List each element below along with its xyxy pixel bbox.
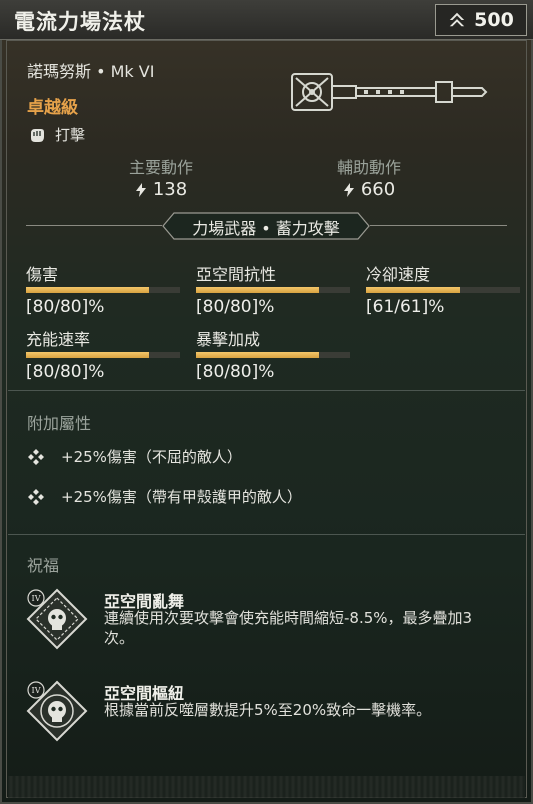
charge-bolt-icon: [343, 182, 354, 197]
stat-value: [80/80]%: [196, 297, 275, 317]
secondary-action-value: 660: [360, 179, 396, 200]
diamond-cluster-icon: [28, 448, 44, 465]
blessing-description: 連續使用次要攻擊會使充能時間縮短-8.5%，最多疊加3次。: [104, 609, 473, 647]
stat-name: 亞空間抗性: [196, 265, 277, 284]
primary-action: 主要動作 138: [101, 154, 221, 200]
stat-bar: [26, 352, 180, 358]
stat-crit-bonus: 暴擊加成 [80/80]%: [196, 326, 350, 382]
item-name-line: 諾瑪努斯 • Mk VI: [27, 62, 155, 81]
stat-bar: [196, 287, 350, 293]
item-title: 電流力場法杖: [14, 10, 146, 34]
stat-charge-rate: 充能速率 [80/80]%: [26, 326, 180, 382]
section-divider: [8, 534, 525, 535]
stat-damage: 傷害 [80/80]%: [26, 261, 180, 317]
stat-name: 傷害: [26, 265, 59, 284]
stat-warp-resistance: 亞空間抗性 [80/80]%: [196, 261, 350, 317]
section-divider: [8, 390, 525, 391]
power-rating-box: 500: [435, 4, 527, 36]
blessing-description: 根據當前反噬層數提升5%至20%致命一擊機率。: [104, 701, 432, 719]
stat-value: [80/80]%: [26, 362, 105, 382]
modifiers-title: 附加屬性: [27, 414, 92, 433]
stat-cooldown-speed: 冷卻速度 [61/61]%: [366, 261, 520, 317]
diamond-cluster-icon: [28, 488, 44, 505]
category-divider-right: [370, 225, 507, 226]
stat-value: [80/80]%: [196, 362, 275, 382]
stat-name: 充能速率: [26, 330, 91, 349]
title-bar: 電流力場法杖 500: [0, 0, 533, 40]
secondary-action: 輔助動作 660: [309, 154, 429, 200]
secondary-action-label: 輔助動作: [336, 158, 401, 177]
blessing-tier: IV: [32, 594, 41, 603]
stat-name: 冷卻速度: [366, 265, 431, 284]
stat-bar-fill: [26, 352, 150, 358]
power-rating-icon: [449, 12, 465, 27]
blessings-title: 祝福: [27, 556, 60, 575]
power-rating-value: 500: [474, 9, 514, 31]
stat-bar-fill: [196, 352, 320, 358]
charge-bolt-icon: [135, 182, 146, 197]
blessing-skull-icon: IV: [26, 680, 88, 742]
stat-bar: [26, 287, 180, 293]
fist-icon: [31, 128, 44, 142]
modifier-item: +25%傷害（帶有甲殼護甲的敵人）: [27, 486, 302, 507]
stat-bar-fill: [26, 287, 150, 293]
stat-bar-fill: [196, 287, 320, 293]
stat-bar-fill: [366, 287, 460, 293]
modifier-text: +25%傷害（帶有甲殼護甲的敵人）: [61, 488, 302, 506]
stat-bar: [196, 352, 350, 358]
stat-name: 暴擊加成: [196, 330, 261, 349]
stat-value: [80/80]%: [26, 297, 105, 317]
stat-value: [61/61]%: [366, 297, 445, 317]
weapon-category-label: 力場武器 • 蓄力攻擊: [192, 219, 340, 238]
item-rarity: 卓越級: [27, 98, 78, 118]
stat-bar: [366, 287, 520, 293]
blessing-skull-icon: IV: [26, 588, 88, 650]
category-divider-left: [26, 225, 162, 226]
modifier-text: +25%傷害（不屈的敵人）: [61, 448, 242, 466]
attack-type-label: 打擊: [55, 126, 86, 144]
modifier-item: +25%傷害（不屈的敵人）: [27, 446, 242, 467]
blessing-tier: IV: [32, 686, 41, 695]
force-staff-image: [291, 73, 488, 111]
decorative-bottom-strip: [8, 776, 525, 798]
attack-type: 打擊: [27, 124, 85, 145]
primary-action-label: 主要動作: [128, 158, 193, 177]
primary-action-value: 138: [152, 179, 188, 200]
